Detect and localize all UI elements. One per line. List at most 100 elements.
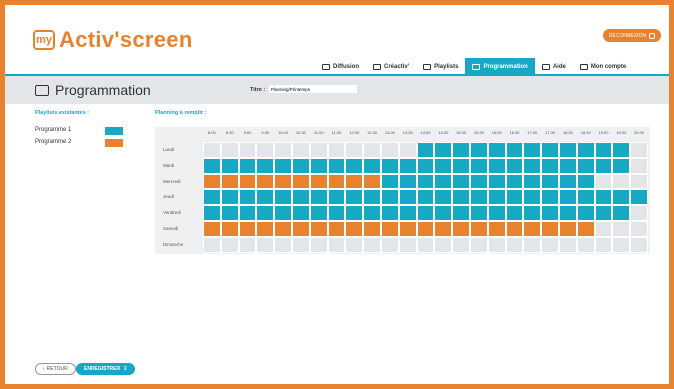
schedule-cell[interactable] <box>256 221 275 237</box>
nav-playlists[interactable]: Playlists <box>416 58 465 75</box>
schedule-cell[interactable] <box>398 142 417 158</box>
schedule-cell[interactable] <box>292 173 310 190</box>
schedule-cell[interactable] <box>416 157 435 174</box>
schedule-cell[interactable] <box>505 205 524 221</box>
schedule-cell[interactable] <box>220 157 239 174</box>
schedule-cell[interactable] <box>559 157 577 174</box>
schedule-cell[interactable] <box>363 142 381 158</box>
schedule-cell[interactable] <box>434 142 453 158</box>
schedule-cell[interactable] <box>381 205 399 221</box>
schedule-cell[interactable] <box>523 173 542 190</box>
schedule-cell[interactable] <box>452 236 470 253</box>
schedule-cell[interactable] <box>292 221 310 237</box>
schedule-cell[interactable] <box>238 236 257 253</box>
schedule-cell[interactable] <box>559 189 577 206</box>
schedule-cell[interactable] <box>487 142 506 158</box>
schedule-cell[interactable] <box>256 173 275 190</box>
schedule-cell[interactable] <box>541 142 559 158</box>
schedule-cell[interactable] <box>345 173 364 190</box>
schedule-cell[interactable] <box>203 189 221 206</box>
schedule-cell[interactable] <box>576 142 595 158</box>
schedule-cell[interactable] <box>363 173 381 190</box>
schedule-cell[interactable] <box>452 205 470 221</box>
schedule-cell[interactable] <box>434 236 453 253</box>
schedule-cell[interactable] <box>203 142 221 158</box>
schedule-cell[interactable] <box>487 189 506 206</box>
schedule-cell[interactable] <box>238 205 257 221</box>
schedule-cell[interactable] <box>292 142 310 158</box>
schedule-cell[interactable] <box>612 142 631 158</box>
schedule-cell[interactable] <box>487 205 506 221</box>
schedule-cell[interactable] <box>630 189 648 206</box>
schedule-cell[interactable] <box>203 236 221 253</box>
schedule-cell[interactable] <box>274 205 292 221</box>
schedule-cell[interactable] <box>398 157 417 174</box>
schedule-cell[interactable] <box>612 221 631 237</box>
schedule-cell[interactable] <box>505 189 524 206</box>
nav-aide[interactable]: Aide <box>535 58 573 75</box>
schedule-cell[interactable] <box>576 236 595 253</box>
schedule-cell[interactable] <box>309 205 328 221</box>
schedule-cell[interactable] <box>541 205 559 221</box>
schedule-cell[interactable] <box>309 236 328 253</box>
playlist-item-programme-2[interactable]: Programme 2 <box>35 139 71 145</box>
schedule-cell[interactable] <box>256 189 275 206</box>
schedule-cell[interactable] <box>238 189 257 206</box>
logout-button[interactable]: DECONNEXION <box>602 29 661 42</box>
nav-mon-compte[interactable]: Mon compte <box>573 58 633 75</box>
schedule-cell[interactable] <box>505 221 524 237</box>
schedule-cell[interactable] <box>470 236 488 253</box>
schedule-cell[interactable] <box>487 236 506 253</box>
schedule-cell[interactable] <box>292 189 310 206</box>
back-button[interactable]: ‹ RETOUR <box>35 363 76 375</box>
schedule-cell[interactable] <box>594 221 613 237</box>
schedule-cell[interactable] <box>220 236 239 253</box>
schedule-cell[interactable] <box>363 189 381 206</box>
schedule-cell[interactable] <box>576 205 595 221</box>
schedule-cell[interactable] <box>203 157 221 174</box>
schedule-cell[interactable] <box>345 157 364 174</box>
schedule-cell[interactable] <box>345 221 364 237</box>
schedule-cell[interactable] <box>203 173 221 190</box>
schedule-cell[interactable] <box>327 236 346 253</box>
schedule-cell[interactable] <box>309 221 328 237</box>
schedule-cell[interactable] <box>630 205 648 221</box>
schedule-cell[interactable] <box>416 236 435 253</box>
schedule-cell[interactable] <box>345 236 364 253</box>
schedule-cell[interactable] <box>327 142 346 158</box>
schedule-cell[interactable] <box>541 189 559 206</box>
schedule-cell[interactable] <box>523 221 542 237</box>
schedule-cell[interactable] <box>559 221 577 237</box>
schedule-cell[interactable] <box>576 221 595 237</box>
schedule-cell[interactable] <box>363 157 381 174</box>
schedule-cell[interactable] <box>398 221 417 237</box>
nav-cr-activ[interactable]: Créactiv' <box>366 58 416 75</box>
schedule-cell[interactable] <box>274 189 292 206</box>
schedule-cell[interactable] <box>487 221 506 237</box>
title-input[interactable] <box>269 85 357 93</box>
playlist-color-swatch[interactable] <box>105 127 123 135</box>
schedule-cell[interactable] <box>523 189 542 206</box>
schedule-cell[interactable] <box>576 173 595 190</box>
schedule-cell[interactable] <box>505 236 524 253</box>
schedule-cell[interactable] <box>630 157 648 174</box>
schedule-cell[interactable] <box>434 205 453 221</box>
nav-diffusion[interactable]: Diffusion <box>315 58 366 75</box>
schedule-cell[interactable] <box>238 157 257 174</box>
schedule-cell[interactable] <box>470 142 488 158</box>
schedule-cell[interactable] <box>594 189 613 206</box>
schedule-cell[interactable] <box>594 173 613 190</box>
schedule-cell[interactable] <box>612 173 631 190</box>
schedule-cell[interactable] <box>612 205 631 221</box>
schedule-cell[interactable] <box>256 205 275 221</box>
schedule-cell[interactable] <box>274 173 292 190</box>
schedule-cell[interactable] <box>487 173 506 190</box>
schedule-cell[interactable] <box>274 157 292 174</box>
schedule-cell[interactable] <box>327 157 346 174</box>
schedule-cell[interactable] <box>274 142 292 158</box>
schedule-cell[interactable] <box>363 205 381 221</box>
schedule-cell[interactable] <box>327 205 346 221</box>
schedule-cell[interactable] <box>274 221 292 237</box>
schedule-cell[interactable] <box>416 142 435 158</box>
schedule-cell[interactable] <box>594 142 613 158</box>
